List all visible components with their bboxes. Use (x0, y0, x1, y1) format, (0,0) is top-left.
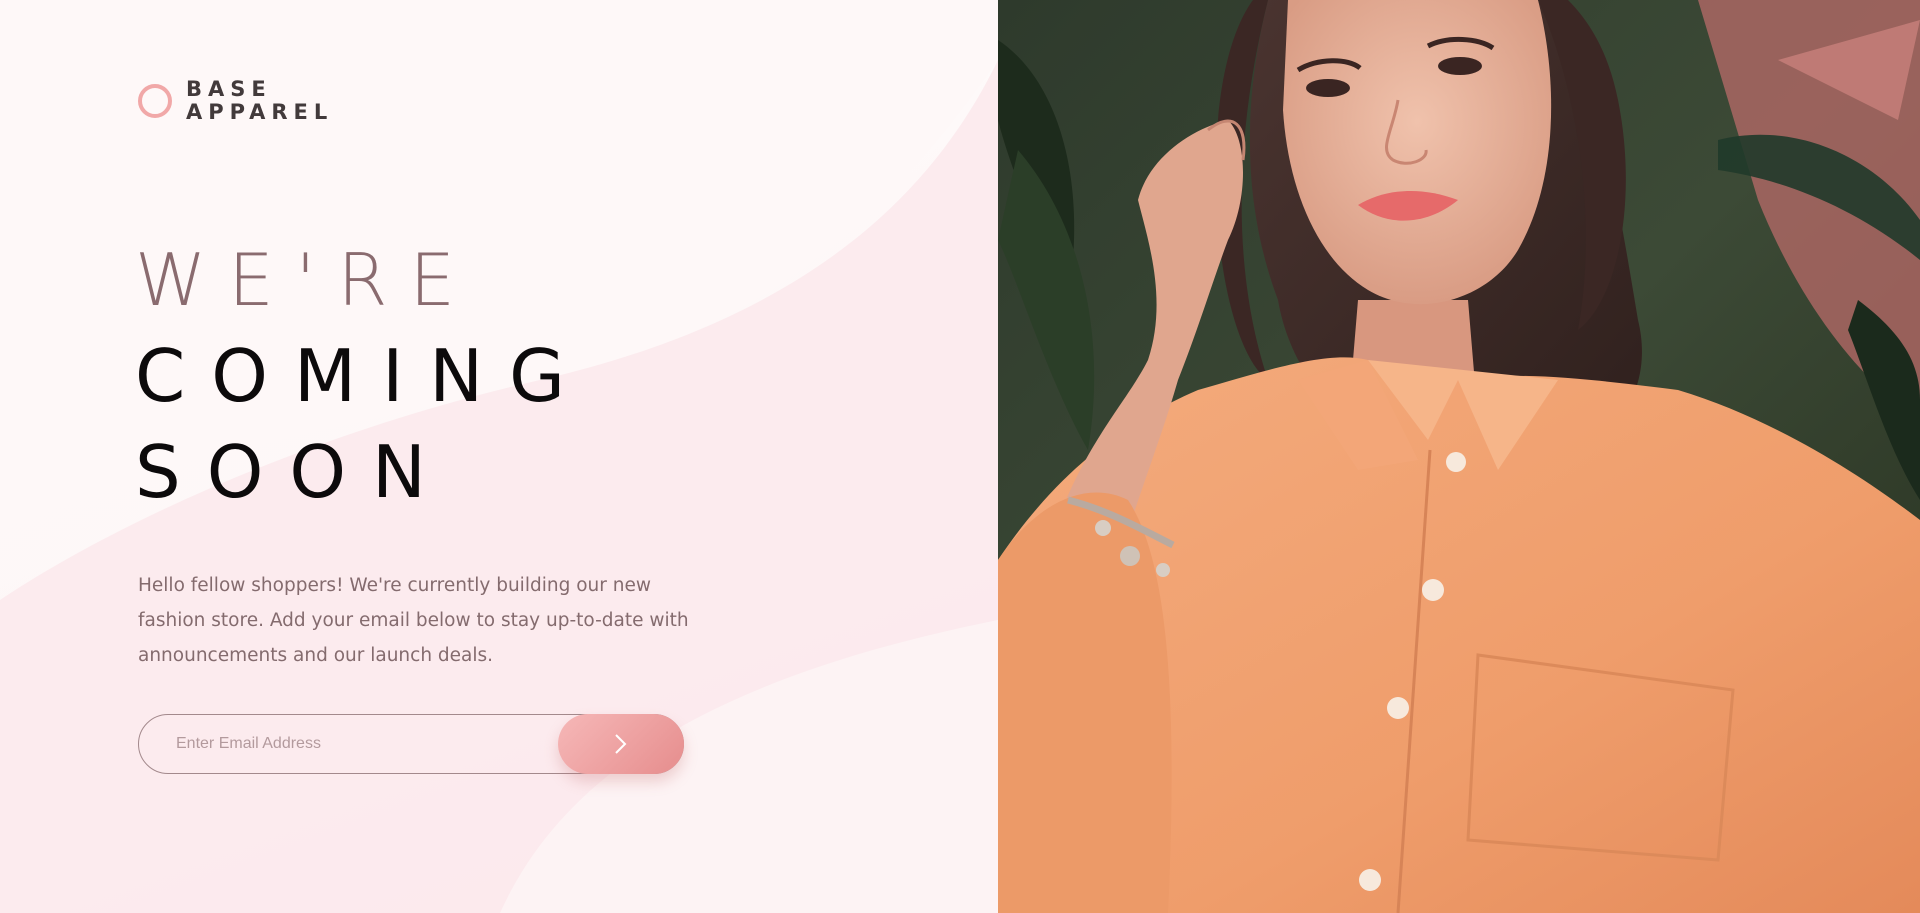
email-signup-form (138, 714, 684, 774)
hero-heading: WE'RE COMING SOON (135, 232, 591, 520)
brand-logo[interactable]: BASE APPAREL (138, 78, 333, 124)
brand-line1: BASE (186, 77, 272, 101)
brand-wordmark: BASE APPAREL (186, 78, 333, 124)
logo-circle-icon (138, 84, 172, 118)
chevron-right-icon (615, 734, 627, 754)
hero-line-were: WE'RE (135, 238, 477, 322)
hero-line-coming: COMING (135, 334, 591, 418)
hero-line-soon: SOON (135, 430, 452, 514)
photo-illustration (998, 0, 1920, 913)
brand-line2: APPAREL (186, 100, 334, 124)
submit-button[interactable] (558, 714, 684, 774)
hero-photo (998, 0, 1920, 913)
left-panel: BASE APPAREL WE'RE COMING SOON Hello fel… (0, 0, 998, 913)
intro-paragraph: Hello fellow shoppers! We're currently b… (138, 575, 689, 666)
